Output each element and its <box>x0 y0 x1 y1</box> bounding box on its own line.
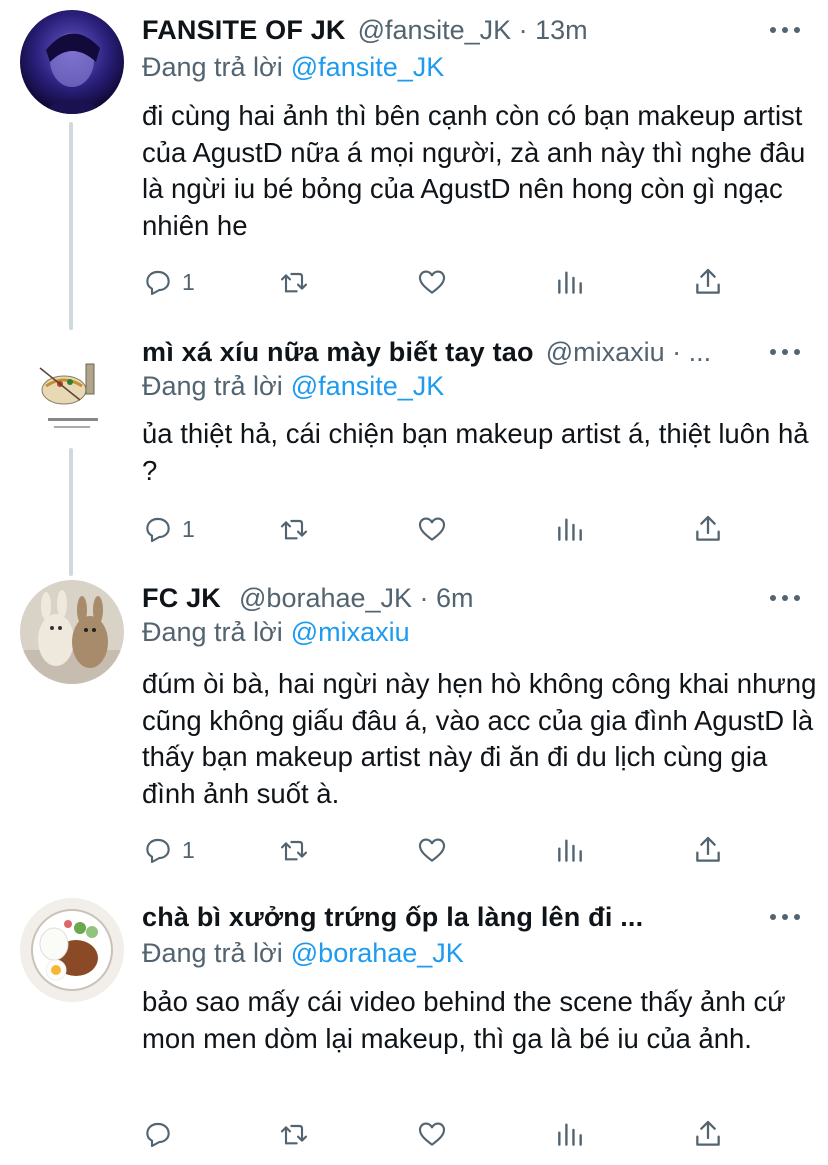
reply-button[interactable]: 1 <box>142 509 195 549</box>
action-bar: 1 <box>142 830 742 870</box>
like-icon <box>418 1122 446 1146</box>
reply-button[interactable] <box>142 1114 182 1154</box>
share-button[interactable] <box>692 1114 724 1154</box>
retweet-icon <box>280 1124 308 1145</box>
handle[interactable]: @fansite_JK · 13m <box>358 15 588 46</box>
tweet[interactable]: mì xá xíu nữa mày biết tay tao @mixaxiu … <box>0 330 828 576</box>
avatar[interactable] <box>20 898 124 1002</box>
replying-prefix: Đang trả lời <box>142 617 283 647</box>
share-icon <box>696 836 720 862</box>
analytics-button[interactable] <box>554 509 586 549</box>
mention-link[interactable]: @fansite_JK <box>291 371 444 401</box>
reply-count: 1 <box>182 836 195 863</box>
display-name[interactable]: chà bì xưởng trứng ốp la làng lên đi ... <box>142 902 643 933</box>
action-bar: 1 <box>142 509 742 549</box>
tweet[interactable]: chà bì xưởng trứng ốp la làng lên đi ...… <box>0 892 828 1165</box>
like-icon <box>418 517 446 541</box>
share-button[interactable] <box>692 509 724 549</box>
retweet-button[interactable] <box>278 262 310 302</box>
share-icon <box>696 268 720 294</box>
reply-icon <box>146 517 170 543</box>
analytics-icon <box>558 518 582 541</box>
tweet-header: FANSITE OF JK @fansite_JK · 13m <box>142 10 798 50</box>
more-icon[interactable] <box>770 902 800 932</box>
more-icon[interactable] <box>770 15 800 45</box>
avatar[interactable] <box>20 10 124 114</box>
reply-icon <box>146 838 170 864</box>
avatar[interactable] <box>20 338 124 442</box>
analytics-button[interactable] <box>554 1114 586 1154</box>
replying-prefix: Đang trả lời <box>142 52 283 82</box>
share-button[interactable] <box>692 830 724 870</box>
tweet-text: ủa thiệt hả, cái chiện bạn makeup artist… <box>142 418 809 486</box>
handle[interactable]: @borahae_JK · 6m <box>239 583 474 614</box>
retweet-button[interactable] <box>278 1114 310 1154</box>
reply-icon <box>146 1122 170 1148</box>
avatar[interactable] <box>20 580 124 684</box>
share-icon <box>696 515 720 541</box>
like-button[interactable] <box>416 830 448 870</box>
retweet-icon <box>280 519 308 540</box>
like-icon <box>418 270 446 294</box>
reply-button[interactable]: 1 <box>142 262 195 302</box>
analytics-icon <box>558 1123 582 1146</box>
more-icon[interactable] <box>770 337 800 367</box>
retweet-button[interactable] <box>278 830 310 870</box>
analytics-button[interactable] <box>554 830 586 870</box>
display-name[interactable]: mì xá xíu nữa mày biết tay tao <box>142 337 534 368</box>
tweet-header: FC JK @borahae_JK · 6m <box>142 578 798 618</box>
display-name[interactable]: FANSITE OF JK <box>142 15 346 46</box>
reply-count: 1 <box>182 268 195 295</box>
mention-link[interactable]: @borahae_JK <box>291 938 464 968</box>
replying-to: Đang trả lời @borahae_JK <box>142 938 464 969</box>
reply-button[interactable]: 1 <box>142 830 195 870</box>
tweet-text: đi cùng hai ảnh thì bên cạnh còn có bạn … <box>142 100 806 241</box>
action-bar <box>142 1114 742 1154</box>
handle[interactable]: @mixaxiu · ... <box>546 337 711 368</box>
action-bar: 1 <box>142 262 742 302</box>
tweet[interactable]: FANSITE OF JK @fansite_JK · 13m Đang trả… <box>0 0 828 330</box>
thread-line <box>69 122 73 330</box>
reply-count: 1 <box>182 515 195 542</box>
retweet-icon <box>280 272 308 293</box>
like-button[interactable] <box>416 509 448 549</box>
tweet-text: bảo sao mấy cái video behind the scene t… <box>142 986 786 1054</box>
analytics-icon <box>558 271 582 294</box>
replying-prefix: Đang trả lời <box>142 371 283 401</box>
more-icon[interactable] <box>770 583 800 613</box>
replying-prefix: Đang trả lời <box>142 938 283 968</box>
reply-icon <box>146 270 170 296</box>
retweet-icon <box>280 840 308 861</box>
like-icon <box>418 838 446 862</box>
replying-to: Đang trả lời @fansite_JK <box>142 371 444 402</box>
analytics-button[interactable] <box>554 262 586 302</box>
mention-link[interactable]: @mixaxiu <box>291 617 410 647</box>
replying-to: Đang trả lời @mixaxiu <box>142 617 410 648</box>
retweet-button[interactable] <box>278 509 310 549</box>
like-button[interactable] <box>416 1114 448 1154</box>
thread-line <box>69 448 73 576</box>
analytics-icon <box>558 839 582 862</box>
tweet[interactable]: FC JK @borahae_JK · 6m Đang trả lời @mixa… <box>0 576 828 892</box>
share-button[interactable] <box>692 262 724 302</box>
replying-to: Đang trả lời @fansite_JK <box>142 52 444 83</box>
tweet-text: đúm òi bà, hai ngừi này hẹn hò không côn… <box>142 668 817 809</box>
like-button[interactable] <box>416 262 448 302</box>
mention-link[interactable]: @fansite_JK <box>291 52 444 82</box>
share-icon <box>696 1120 720 1146</box>
tweet-header: mì xá xíu nữa mày biết tay tao @mixaxiu … <box>142 332 798 372</box>
display-name[interactable]: FC JK <box>142 583 221 614</box>
tweet-header: chà bì xưởng trứng ốp la làng lên đi ... <box>142 897 798 937</box>
